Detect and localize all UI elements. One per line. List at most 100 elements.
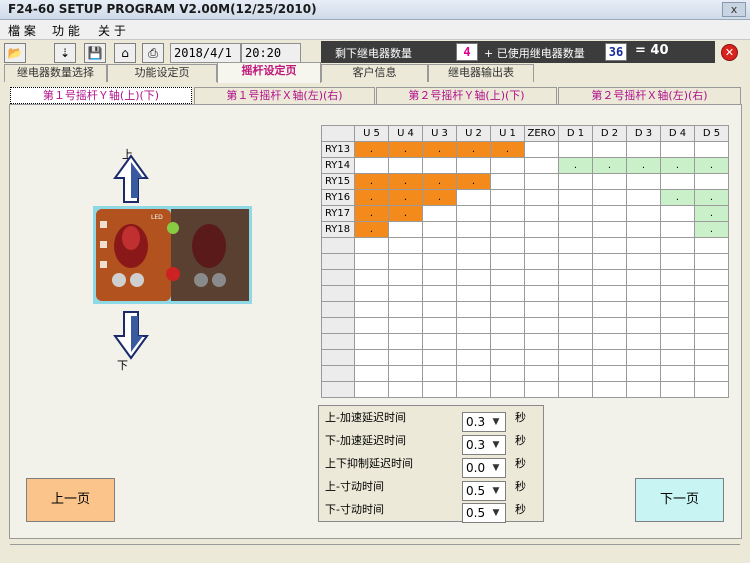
relay-cell[interactable]: [660, 141, 695, 158]
relay-cell[interactable]: .: [694, 221, 729, 238]
relay-cell[interactable]: [694, 253, 729, 270]
relay-cell[interactable]: [558, 237, 593, 254]
relay-cell[interactable]: [558, 205, 593, 222]
relay-cell[interactable]: [456, 269, 491, 286]
relay-cell[interactable]: .: [354, 173, 389, 190]
relay-cell[interactable]: .: [388, 189, 423, 206]
relay-cell[interactable]: [524, 157, 559, 174]
open-folder-icon[interactable]: 📂: [4, 43, 26, 63]
relay-cell[interactable]: [660, 301, 695, 318]
relay-cell[interactable]: [592, 333, 627, 350]
relay-cell[interactable]: [660, 349, 695, 366]
relay-cell[interactable]: [626, 333, 661, 350]
print-icon[interactable]: ⎙: [142, 43, 164, 63]
prev-page-button[interactable]: 上一页: [26, 478, 115, 522]
relay-cell[interactable]: [456, 221, 491, 238]
relay-cell[interactable]: [660, 237, 695, 254]
relay-cell[interactable]: [490, 269, 525, 286]
relay-cell[interactable]: [490, 333, 525, 350]
subtab-joy1-y[interactable]: 第１号摇杆Ｙ轴(上)(下): [10, 87, 192, 104]
relay-cell[interactable]: [490, 173, 525, 190]
relay-cell[interactable]: [354, 317, 389, 334]
relay-cell[interactable]: [558, 253, 593, 270]
up-accel-delay-select[interactable]: 0.3 ▼: [462, 412, 506, 432]
tab-relay-count[interactable]: 继电器数量选择: [4, 64, 107, 82]
relay-cell[interactable]: [388, 237, 423, 254]
window-close-button[interactable]: x: [722, 2, 746, 17]
relay-cell[interactable]: [490, 301, 525, 318]
subtab-joy1-x[interactable]: 第１号摇杆Ｘ轴(左)(右): [194, 87, 375, 104]
relay-cell[interactable]: [456, 285, 491, 302]
relay-cell[interactable]: [524, 365, 559, 382]
relay-cell[interactable]: [524, 141, 559, 158]
relay-cell[interactable]: .: [456, 141, 491, 158]
relay-cell[interactable]: [354, 157, 389, 174]
relay-cell[interactable]: [694, 269, 729, 286]
relay-cell[interactable]: [388, 269, 423, 286]
relay-cell[interactable]: [524, 317, 559, 334]
relay-cell[interactable]: [626, 189, 661, 206]
relay-cell[interactable]: [660, 381, 695, 398]
relay-cell[interactable]: [490, 253, 525, 270]
relay-cell[interactable]: [626, 253, 661, 270]
relay-cell[interactable]: [694, 141, 729, 158]
relay-cell[interactable]: .: [660, 189, 695, 206]
relay-cell[interactable]: [422, 333, 457, 350]
relay-cell[interactable]: [626, 221, 661, 238]
relay-cell[interactable]: [592, 285, 627, 302]
relay-cell[interactable]: [660, 221, 695, 238]
relay-cell[interactable]: [354, 269, 389, 286]
relay-cell[interactable]: [592, 205, 627, 222]
relay-cell[interactable]: [592, 269, 627, 286]
relay-cell[interactable]: [388, 253, 423, 270]
relay-cell[interactable]: [558, 301, 593, 318]
relay-cell[interactable]: [558, 333, 593, 350]
relay-cell[interactable]: [694, 301, 729, 318]
next-page-button[interactable]: 下一页: [635, 478, 724, 522]
relay-cell[interactable]: [592, 189, 627, 206]
relay-cell[interactable]: [422, 301, 457, 318]
relay-cell[interactable]: [354, 285, 389, 302]
dropdown-arrow-icon[interactable]: ▼: [488, 483, 504, 499]
relay-cell[interactable]: [490, 189, 525, 206]
home-icon[interactable]: ⌂: [114, 43, 136, 63]
relay-cell[interactable]: [422, 221, 457, 238]
relay-cell[interactable]: [456, 349, 491, 366]
relay-cell[interactable]: [524, 221, 559, 238]
relay-cell[interactable]: [694, 381, 729, 398]
relay-cell[interactable]: .: [388, 173, 423, 190]
relay-cell[interactable]: [626, 317, 661, 334]
relay-cell[interactable]: [422, 157, 457, 174]
relay-cell[interactable]: [388, 381, 423, 398]
up-inch-time-select[interactable]: 0.5 ▼: [462, 481, 506, 501]
relay-cell[interactable]: [490, 237, 525, 254]
relay-cell[interactable]: [626, 365, 661, 382]
relay-cell[interactable]: .: [660, 157, 695, 174]
relay-cell[interactable]: [456, 301, 491, 318]
menu-about[interactable]: 关 于: [98, 22, 126, 39]
relay-cell[interactable]: [558, 365, 593, 382]
menu-function[interactable]: 功 能: [52, 22, 80, 39]
save-icon[interactable]: 💾: [84, 43, 106, 63]
tab-function-settings[interactable]: 功能设定页: [107, 64, 217, 82]
relay-cell[interactable]: [388, 365, 423, 382]
exit-icon[interactable]: ✕: [721, 44, 738, 61]
relay-cell[interactable]: [354, 381, 389, 398]
relay-cell[interactable]: [558, 173, 593, 190]
relay-cell[interactable]: [626, 381, 661, 398]
relay-cell[interactable]: [456, 157, 491, 174]
relay-cell[interactable]: .: [626, 157, 661, 174]
relay-cell[interactable]: [558, 269, 593, 286]
updown-inhibit-delay-select[interactable]: 0.0 ▼: [462, 458, 506, 478]
relay-cell[interactable]: .: [422, 173, 457, 190]
subtab-joy2-y[interactable]: 第２号摇杆Ｙ轴(上)(下): [376, 87, 557, 104]
relay-cell[interactable]: .: [490, 141, 525, 158]
relay-cell[interactable]: [660, 333, 695, 350]
relay-cell[interactable]: [490, 349, 525, 366]
relay-cell[interactable]: [592, 365, 627, 382]
relay-cell[interactable]: [354, 349, 389, 366]
relay-cell[interactable]: [422, 237, 457, 254]
tab-joystick-settings[interactable]: 摇杆设定页: [217, 62, 321, 83]
relay-cell[interactable]: [388, 317, 423, 334]
download-icon[interactable]: ⇣: [54, 43, 76, 63]
